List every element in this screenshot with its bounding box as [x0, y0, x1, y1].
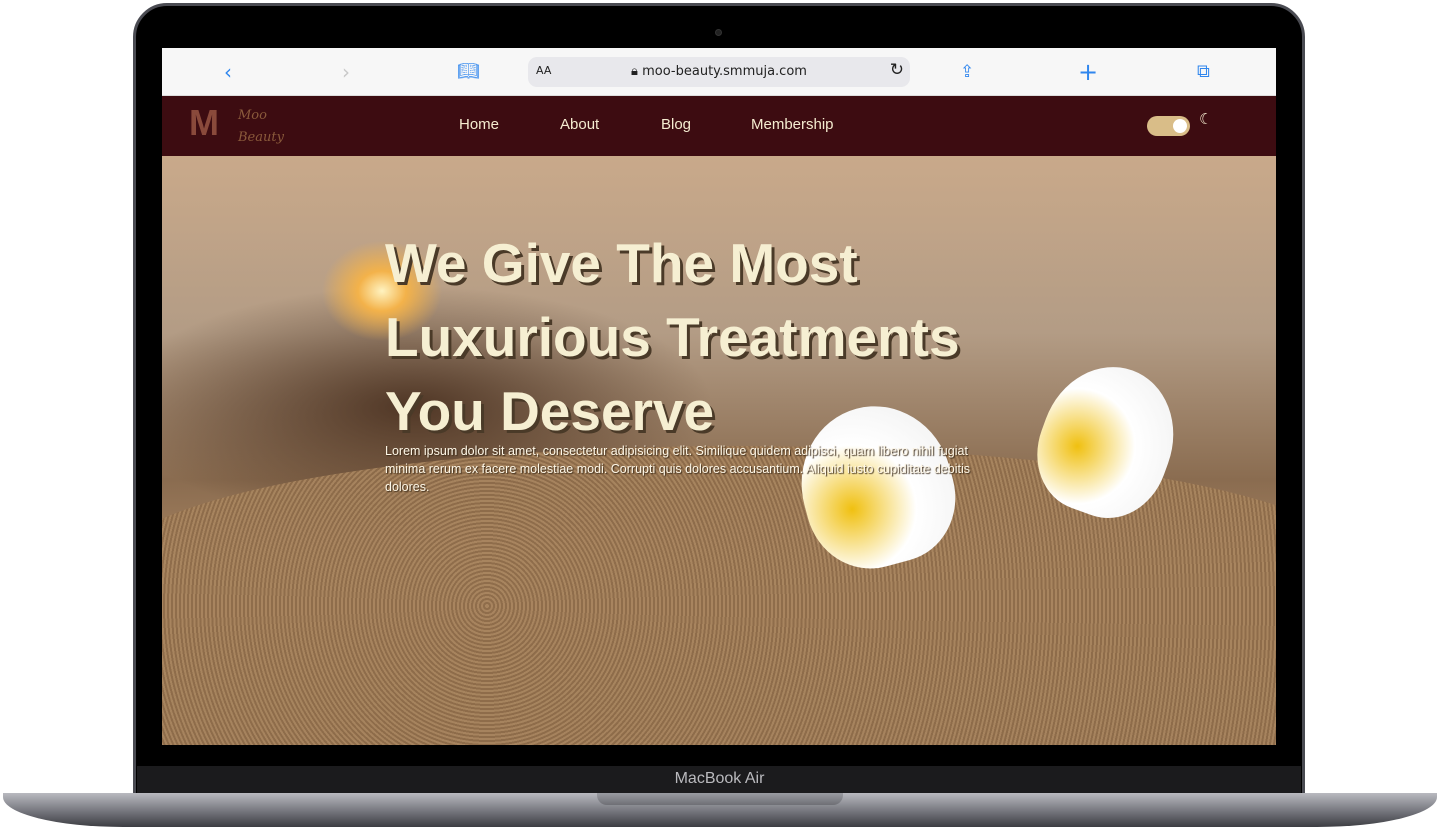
nav-home[interactable]: Home [459, 116, 499, 133]
hero-description: Lorem ipsum dolor sit amet, consectetur … [385, 444, 970, 494]
new-tab-icon[interactable]: + [1078, 48, 1098, 96]
hero-section: We Give The Most Luxurious Treatments Yo… [162, 156, 1276, 745]
reload-icon[interactable]: ↻ [890, 60, 904, 80]
nav-blog[interactable]: Blog [661, 116, 691, 133]
tabs-icon[interactable]: ⧉ [1197, 48, 1210, 96]
browser-toolbar: ‹ › 📖︎ AA 🔒︎ moo-beauty.smmuja.com ↻ ⇪ +… [162, 48, 1276, 96]
lock-icon: 🔒︎ [631, 64, 643, 79]
forward-icon[interactable]: › [342, 48, 350, 96]
bookmarks-icon[interactable]: 📖︎ [457, 48, 480, 96]
nav-membership[interactable]: Membership [751, 116, 834, 133]
back-icon[interactable]: ‹ [224, 48, 232, 96]
laptop-notch [597, 793, 843, 805]
moon-icon: ☾ [1199, 110, 1213, 128]
theme-toggle[interactable] [1147, 116, 1190, 136]
camera [715, 29, 722, 36]
screen: ‹ › 📖︎ AA 🔒︎ moo-beauty.smmuja.com ↻ ⇪ +… [162, 48, 1276, 745]
device-label: MacBook Air [674, 770, 765, 787]
nav-about[interactable]: About [560, 116, 599, 133]
site-navbar: M Moo Beauty Home About Blog Membership ☾ [162, 96, 1276, 156]
logo-letter[interactable]: M [189, 102, 219, 144]
share-icon[interactable]: ⇪ [960, 48, 974, 96]
hero-title: We Give The Most Luxurious Treatments Yo… [385, 232, 960, 442]
url-text: moo-beauty.smmuja.com [642, 64, 807, 79]
address-bar[interactable]: AA 🔒︎ moo-beauty.smmuja.com ↻ [528, 57, 910, 87]
logo-text: Moo Beauty [238, 108, 284, 145]
